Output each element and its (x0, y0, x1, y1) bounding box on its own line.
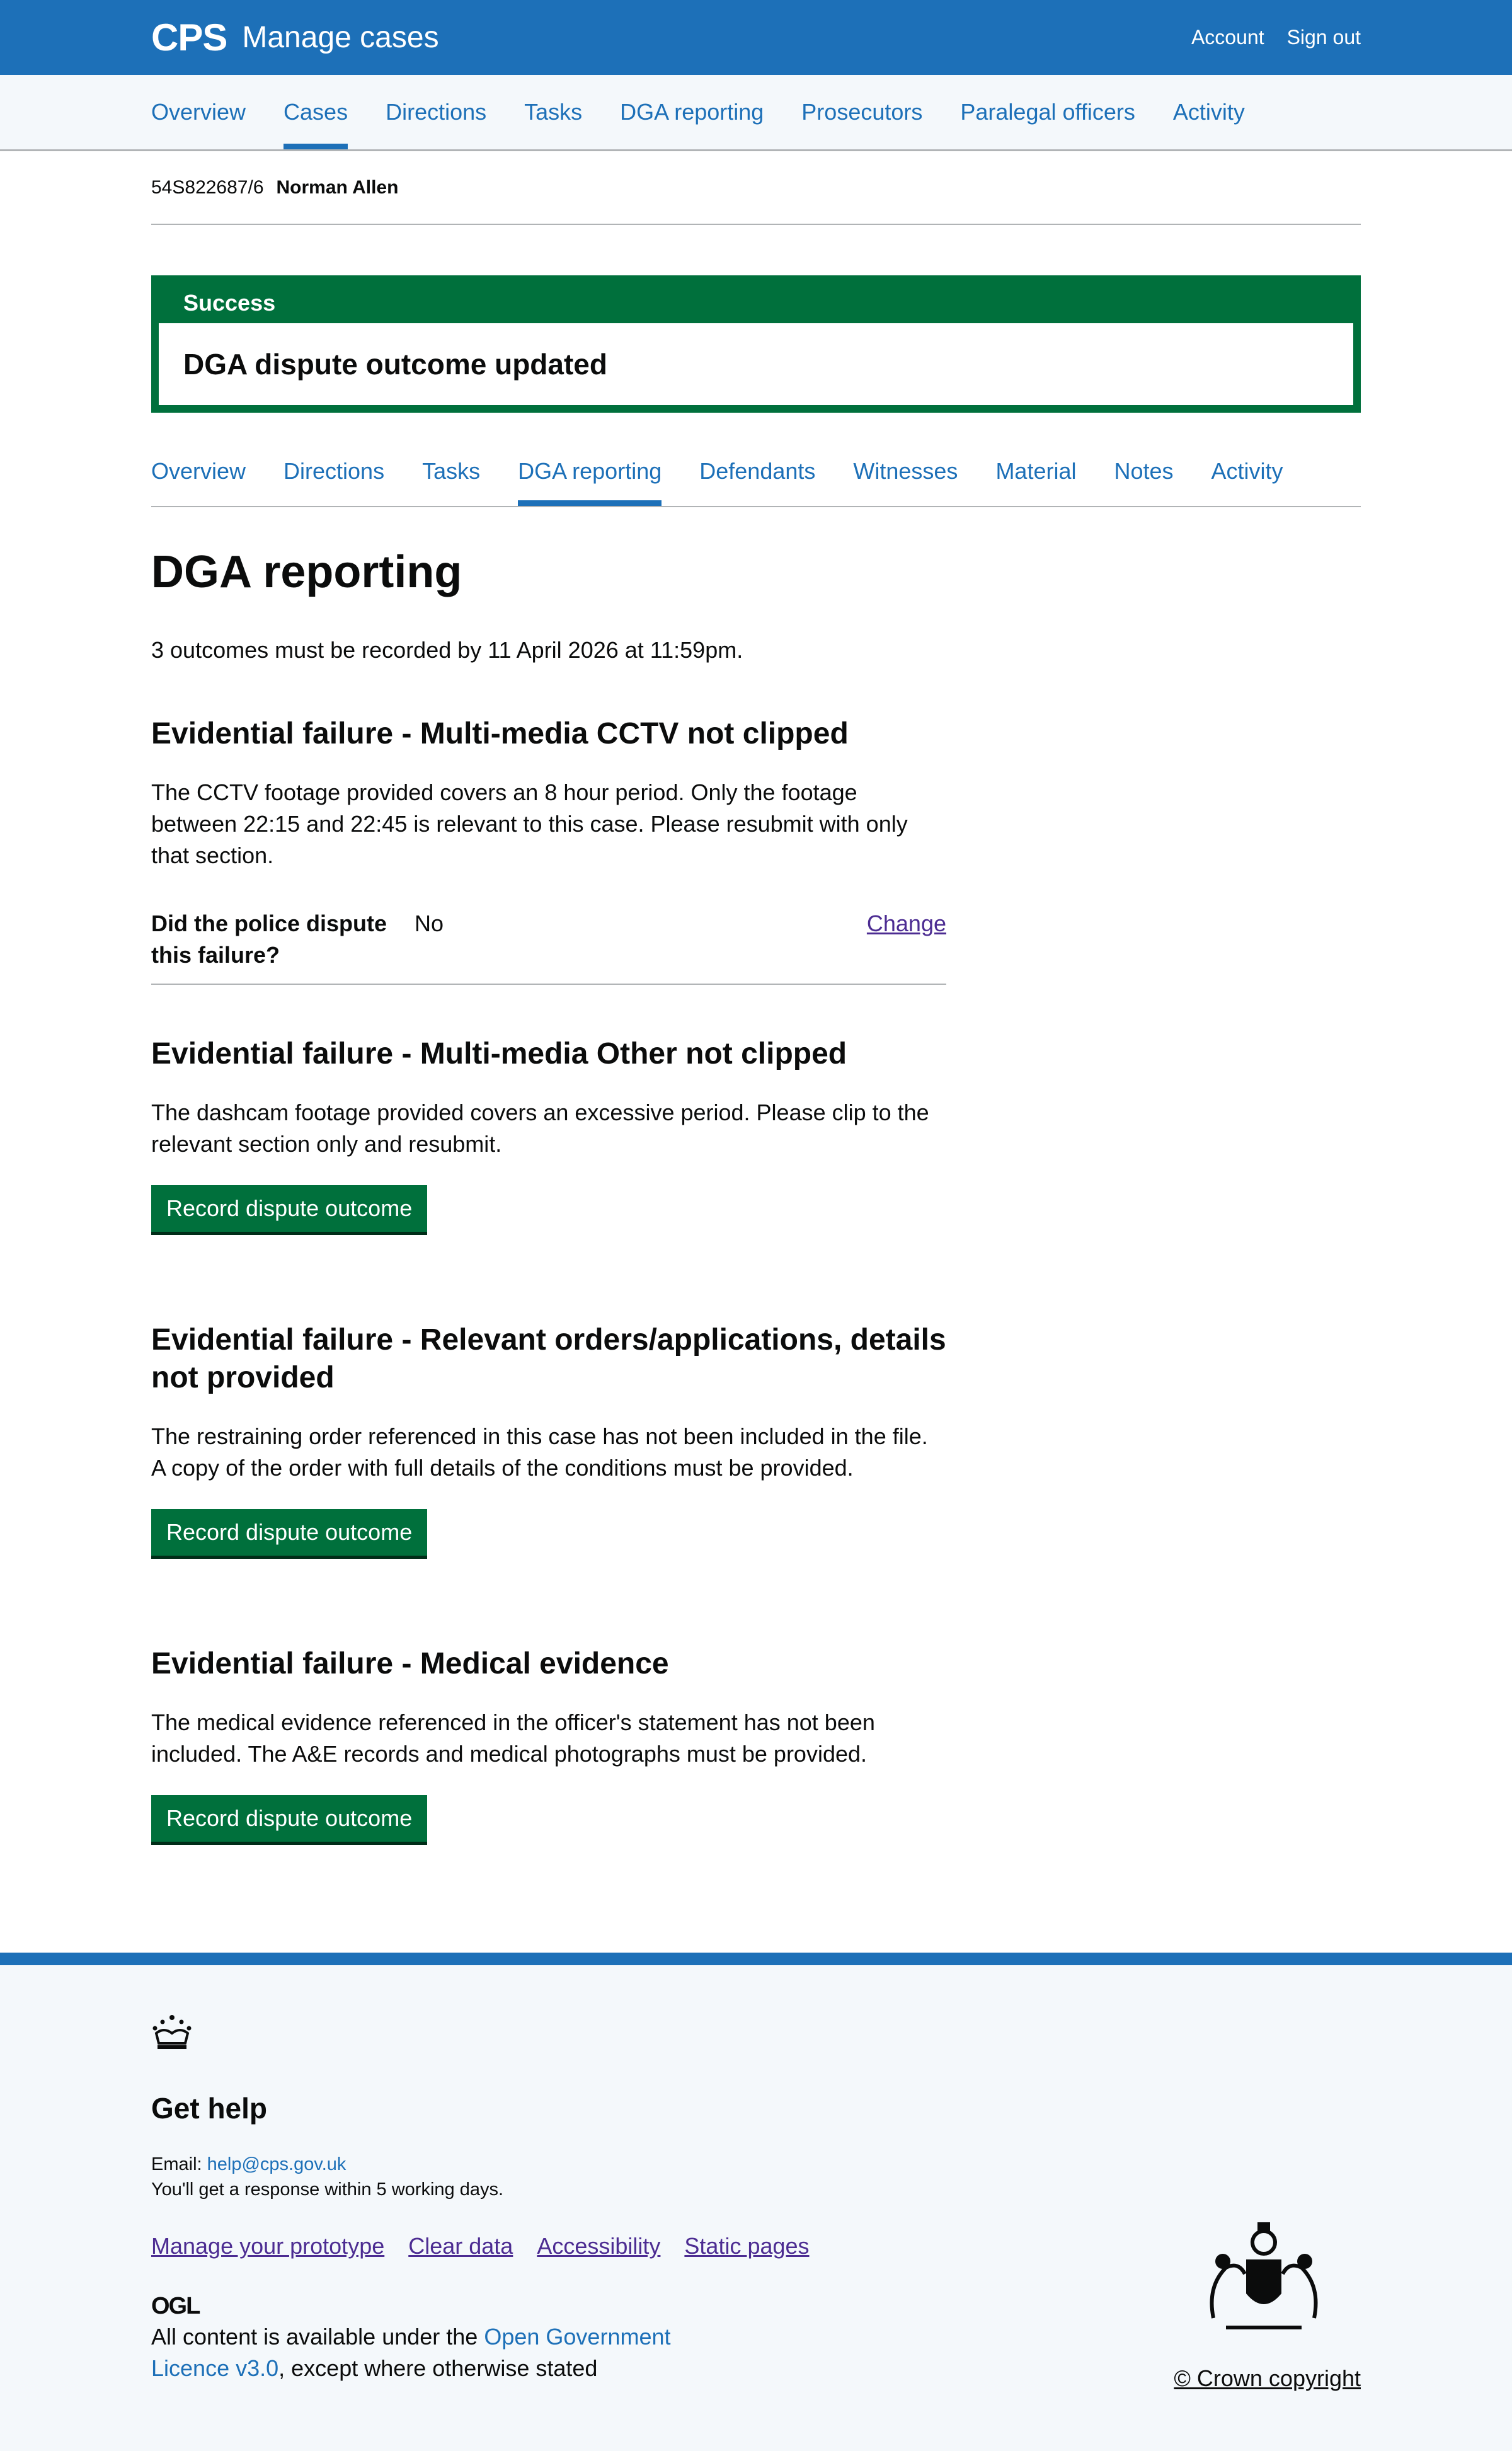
failure-heading: Evidential failure - Multi-media CCTV no… (151, 717, 849, 750)
clear-data-link[interactable]: Clear data (408, 2233, 513, 2259)
static-pages-link[interactable]: Static pages (684, 2233, 809, 2259)
nav-overview[interactable]: Overview (151, 75, 246, 149)
help-email-line: Email: help@cps.gov.uk (151, 2154, 346, 2175)
sign-out-link[interactable]: Sign out (1287, 26, 1361, 49)
summary-key: Did the police dispute this failure? (151, 910, 387, 968)
email-label: Email: (151, 2154, 202, 2174)
account-link[interactable]: Account (1191, 26, 1264, 49)
failure-heading: Evidential failure - Relevant orders/app… (151, 1323, 946, 1394)
dispute-summary-row: Did the police dispute this failure? No … (151, 908, 946, 985)
failure-description: The CCTV footage provided covers an 8 ho… (151, 779, 908, 868)
accessibility-link[interactable]: Accessibility (537, 2233, 660, 2259)
tab-directions[interactable]: Directions (284, 443, 384, 506)
manage-prototype-link[interactable]: Manage your prototype (151, 2233, 384, 2259)
failure-heading: Evidential failure - Multi-media Other n… (151, 1037, 847, 1071)
tab-overview[interactable]: Overview (151, 443, 246, 506)
failure-section: Evidential failure - Multi-media CCTV no… (151, 715, 946, 985)
failure-section: Evidential failure - Multi-media Other n… (151, 1035, 946, 1232)
tab-dga-reporting[interactable]: DGA reporting (518, 443, 662, 506)
page-title: DGA reporting (151, 547, 462, 597)
nav-cases[interactable]: Cases (284, 75, 348, 149)
crown-icon (152, 2015, 192, 2049)
failure-description: The medical evidence referenced in the o… (151, 1709, 875, 1767)
tab-tasks[interactable]: Tasks (422, 443, 480, 506)
ogl-logo-icon: OGL (151, 2293, 200, 2319)
nav-paralegal-officers[interactable]: Paralegal officers (960, 75, 1135, 149)
tab-notes[interactable]: Notes (1114, 443, 1173, 506)
help-email-link[interactable]: help@cps.gov.uk (207, 2154, 346, 2174)
site-footer: Get help Email: help@cps.gov.uk You'll g… (0, 1953, 1512, 2451)
tab-defendants[interactable]: Defendants (699, 443, 815, 506)
crown-copyright[interactable]: © Crown copyright (1174, 2365, 1361, 2392)
nav-prosecutors[interactable]: Prosecutors (801, 75, 922, 149)
footer-links: Manage your prototype Clear data Accessi… (151, 2233, 810, 2259)
licence-pre: All content is available under the (151, 2324, 478, 2350)
cps-logo[interactable]: CPS (151, 16, 227, 59)
failure-section: Evidential failure - Relevant orders/app… (151, 1321, 946, 1556)
defendant-name: Norman Allen (276, 176, 399, 198)
case-sub-nav: Overview Directions Tasks DGA reporting … (151, 443, 1361, 507)
site-header: CPS Manage cases Account Sign out (0, 0, 1512, 75)
licence-post: , except where otherwise stated (278, 2355, 598, 2381)
failure-heading: Evidential failure - Medical evidence (151, 1647, 669, 1680)
failure-description: The dashcam footage provided covers an e… (151, 1099, 929, 1157)
header-nav: Account Sign out (1191, 26, 1361, 49)
case-identity: 54S822687/6 Norman Allen (151, 151, 1361, 225)
licence-text: All content is available under the Open … (151, 2321, 718, 2384)
record-dispute-outcome-button[interactable]: Record dispute outcome (151, 1509, 428, 1556)
response-time: You'll get a response within 5 working d… (151, 2179, 504, 2200)
nav-dga-reporting[interactable]: DGA reporting (620, 75, 764, 149)
nav-activity[interactable]: Activity (1173, 75, 1245, 149)
failure-description: The restraining order referenced in this… (151, 1423, 928, 1481)
main-content: DGA reporting 3 outcomes must be recorde… (151, 546, 946, 1842)
nav-tasks[interactable]: Tasks (524, 75, 582, 149)
tab-activity[interactable]: Activity (1211, 443, 1283, 506)
primary-nav: Overview Cases Directions Tasks DGA repo… (0, 75, 1512, 151)
banner-title: Success (183, 290, 276, 316)
change-link[interactable]: Change (867, 908, 946, 971)
record-dispute-outcome-button[interactable]: Record dispute outcome (151, 1185, 428, 1232)
outcomes-deadline: 3 outcomes must be recorded by 11 April … (151, 637, 743, 663)
royal-coat-of-arms-icon (1210, 2222, 1318, 2329)
case-urn: 54S822687/6 (151, 176, 264, 198)
banner-message: DGA dispute outcome updated (159, 323, 1353, 405)
success-banner: Success DGA dispute outcome updated (151, 275, 1361, 413)
record-dispute-outcome-button[interactable]: Record dispute outcome (151, 1795, 428, 1842)
tab-material[interactable]: Material (995, 443, 1076, 506)
service-name[interactable]: Manage cases (242, 20, 438, 55)
get-help-heading: Get help (151, 2092, 268, 2125)
tab-witnesses[interactable]: Witnesses (853, 443, 958, 506)
summary-value: No (415, 910, 444, 936)
nav-directions[interactable]: Directions (386, 75, 486, 149)
failure-section: Evidential failure - Medical evidence Th… (151, 1645, 946, 1842)
